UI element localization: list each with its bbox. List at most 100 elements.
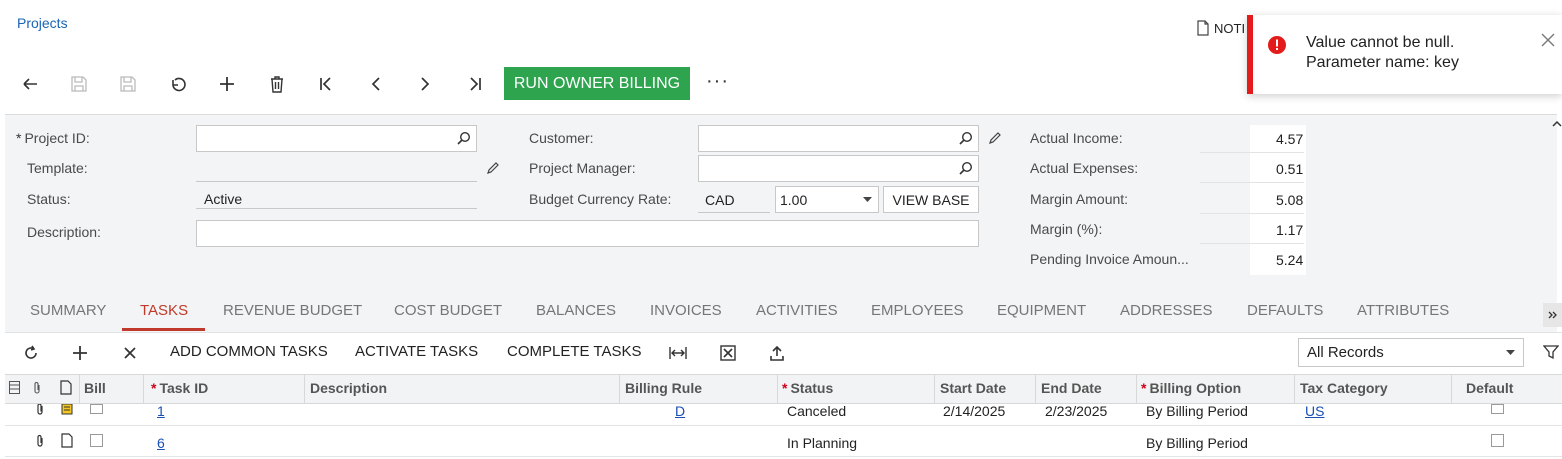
bill-checkbox[interactable] <box>90 434 103 447</box>
error-toast: Value cannot be null. Parameter name: ke… <box>1247 15 1562 94</box>
complete-tasks-button[interactable]: COMPLETE TASKS <box>507 343 641 360</box>
first-record-button[interactable] <box>312 70 340 98</box>
default-checkbox[interactable] <box>1491 404 1504 414</box>
project-manager-input[interactable] <box>698 155 979 182</box>
save-button[interactable] <box>114 70 142 98</box>
add-row-button[interactable] <box>66 339 94 367</box>
margin-amount-value: 5.08 <box>1276 192 1304 208</box>
currency-value: CAD <box>705 192 735 208</box>
attachment-icon[interactable] <box>35 404 45 416</box>
tab-summary[interactable]: SUMMARY <box>30 302 106 319</box>
task-id-link[interactable]: 6 <box>157 435 165 451</box>
excel-icon <box>720 345 736 361</box>
view-base-button[interactable]: VIEW BASE <box>883 186 979 213</box>
last-record-button[interactable] <box>461 70 489 98</box>
edit-pencil-icon[interactable] <box>486 161 500 175</box>
tab-employees[interactable]: EMPLOYEES <box>871 302 964 319</box>
col-billing-rule[interactable]: Billing Rule <box>625 380 702 396</box>
notes-button[interactable]: NOTI <box>1196 20 1245 36</box>
fit-columns-button[interactable] <box>664 339 692 367</box>
breadcrumb-projects[interactable]: Projects <box>17 15 68 31</box>
previous-record-button[interactable] <box>362 70 390 98</box>
chevron-left-icon <box>371 77 380 91</box>
col-task-id[interactable]: * Task ID <box>151 380 208 396</box>
start-date-cell: 2/14/2025 <box>943 403 1006 419</box>
project-id-input[interactable] <box>196 125 477 152</box>
upload-button[interactable] <box>763 339 791 367</box>
col-start-date[interactable]: Start Date <box>940 380 1006 396</box>
refresh-button[interactable] <box>17 339 45 367</box>
records-filter-select[interactable]: All Records <box>1298 338 1524 367</box>
description-label: Description: <box>27 224 101 240</box>
billing-rule-link[interactable]: D <box>675 403 685 419</box>
notes-label: NOTI <box>1214 20 1246 36</box>
export-excel-button[interactable] <box>714 339 742 367</box>
edit-pencil-icon[interactable] <box>988 131 1002 145</box>
col-status[interactable]: * Status <box>782 380 833 396</box>
back-button[interactable] <box>16 70 44 98</box>
close-icon[interactable] <box>1541 33 1555 47</box>
tab-activities[interactable]: ACTIVITIES <box>756 302 838 319</box>
tab-attributes[interactable]: ATTRIBUTES <box>1357 302 1449 319</box>
template-input[interactable] <box>196 155 477 182</box>
collapse-chevron-icon[interactable] <box>1552 120 1562 128</box>
billing-option-cell: By Billing Period <box>1146 435 1248 451</box>
upload-icon <box>770 345 784 361</box>
tabs-scroll-button[interactable] <box>1543 303 1562 327</box>
activate-tasks-button[interactable]: ACTIVATE TASKS <box>355 343 478 360</box>
status-field[interactable] <box>196 182 477 209</box>
add-common-tasks-button[interactable]: ADD COMMON TASKS <box>170 343 328 360</box>
run-owner-billing-button[interactable]: RUN OWNER BILLING <box>504 67 690 100</box>
trash-icon <box>271 76 283 93</box>
col-description[interactable]: Description <box>310 380 387 396</box>
tax-category-link[interactable]: US <box>1305 403 1324 419</box>
template-label: Template: <box>27 160 88 176</box>
attachment-icon[interactable] <box>35 434 45 448</box>
customer-input[interactable] <box>698 125 979 152</box>
note-filled-icon[interactable] <box>61 404 73 415</box>
tab-addresses[interactable]: ADDRESSES <box>1120 302 1213 319</box>
plus-icon <box>73 346 87 360</box>
delete-button[interactable] <box>263 70 291 98</box>
undo-button[interactable] <box>164 70 192 98</box>
budget-currency-rate-label: Budget Currency Rate: <box>529 191 672 207</box>
filter-icon[interactable] <box>1543 344 1559 360</box>
search-icon[interactable] <box>959 161 973 175</box>
margin-percent-label: Margin (%): <box>1030 221 1103 237</box>
tab-defaults[interactable]: DEFAULTS <box>1247 302 1323 319</box>
task-id-link[interactable]: 1 <box>157 403 165 419</box>
default-checkbox[interactable] <box>1491 434 1504 447</box>
tab-revenue-budget[interactable]: REVENUE BUDGET <box>223 302 362 319</box>
bill-checkbox[interactable] <box>90 404 103 414</box>
delete-row-button[interactable] <box>116 339 144 367</box>
col-tax-category[interactable]: Tax Category <box>1300 380 1388 396</box>
save-close-button[interactable] <box>65 70 93 98</box>
project-id-label: * Project ID: <box>16 130 90 146</box>
col-bill[interactable]: Bill <box>84 380 106 396</box>
search-icon[interactable] <box>457 131 471 145</box>
col-end-date[interactable]: End Date <box>1041 380 1102 396</box>
col-billing-option[interactable]: * Billing Option <box>1141 380 1241 396</box>
next-record-button[interactable] <box>411 70 439 98</box>
attachment-icon <box>34 382 40 394</box>
more-menu-button[interactable]: ··· <box>706 70 729 93</box>
tab-balances[interactable]: BALANCES <box>536 302 616 319</box>
fit-width-icon <box>669 347 687 359</box>
note-icon[interactable] <box>61 433 73 448</box>
actual-income-label: Actual Income: <box>1030 130 1123 146</box>
status-cell: Canceled <box>787 403 847 419</box>
tab-tasks[interactable]: TASKS <box>140 302 188 319</box>
row-selector-icon[interactable] <box>9 381 20 394</box>
table-row[interactable] <box>5 404 1562 426</box>
search-icon[interactable] <box>959 131 973 145</box>
note-icon <box>60 380 72 395</box>
add-button[interactable] <box>213 70 241 98</box>
tab-equipment[interactable]: EQUIPMENT <box>997 302 1086 319</box>
tab-cost-budget[interactable]: COST BUDGET <box>394 302 502 319</box>
tab-invoices[interactable]: INVOICES <box>650 302 722 319</box>
records-filter-value: All Records <box>1307 344 1384 361</box>
rate-select[interactable]: 1.00 <box>775 186 879 213</box>
description-input[interactable] <box>196 220 979 247</box>
col-default[interactable]: Default <box>1466 380 1513 396</box>
table-row[interactable] <box>5 427 1562 457</box>
